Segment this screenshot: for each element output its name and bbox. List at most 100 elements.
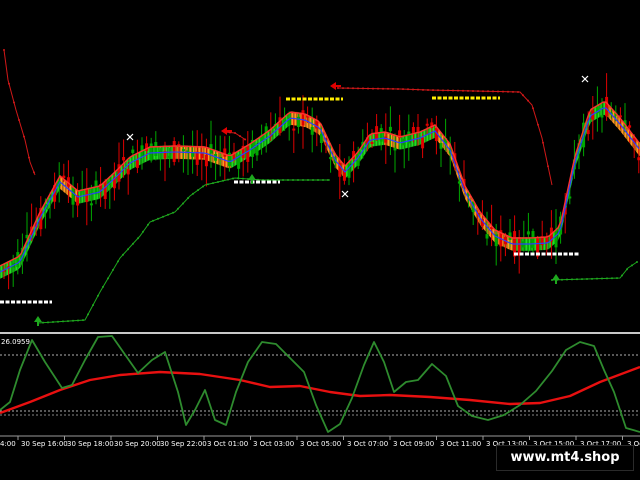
candle-bearish bbox=[591, 96, 595, 140]
trailing-stop-down-1-line bbox=[3, 49, 36, 176]
trailing-stop-up-1-dot bbox=[92, 304, 94, 307]
trailing-stop-down-3-dot bbox=[377, 87, 379, 90]
trailing-stop-up-1-dot bbox=[302, 179, 304, 181]
arrow-head bbox=[221, 127, 227, 135]
trailing-stop-up-1-dot bbox=[287, 179, 289, 181]
candle-body bbox=[370, 141, 374, 144]
candle-bullish bbox=[237, 154, 241, 180]
candle-bullish bbox=[379, 124, 383, 151]
candle-body bbox=[301, 110, 305, 126]
trailing-stop-down-3-dot bbox=[352, 87, 354, 90]
trailing-stop-up-2-dot bbox=[596, 277, 598, 280]
candle-body bbox=[71, 188, 75, 205]
indicator-signal-line bbox=[0, 365, 640, 415]
trailing-stop-down-2-dot bbox=[239, 135, 241, 138]
arrow-left-icon bbox=[221, 127, 232, 135]
trailing-stop-up-1-dot bbox=[292, 179, 294, 181]
trailing-stop-up-1-dot bbox=[107, 277, 109, 280]
candle-bearish bbox=[200, 133, 204, 181]
candle-body bbox=[135, 160, 139, 168]
trailing-stop-up-2-dot bbox=[626, 268, 628, 271]
trailing-stop-up-1-dot bbox=[127, 248, 129, 251]
trailing-stop-down-3-dot bbox=[462, 89, 464, 92]
trailing-stop-up-1-dot bbox=[327, 179, 329, 181]
trailing-stop-up-2-line bbox=[551, 261, 638, 281]
arrow-up-icon bbox=[552, 274, 560, 284]
candle-body bbox=[485, 234, 489, 239]
time-axis-label: 4:00 bbox=[0, 440, 16, 448]
trailing-stop-up-1-dot bbox=[207, 183, 209, 186]
trailing-stop-down-2-dot bbox=[244, 138, 246, 141]
candle-body bbox=[149, 143, 153, 161]
trailing-stop-down-3-dot bbox=[382, 87, 384, 90]
candle-body bbox=[384, 136, 388, 143]
candle-body bbox=[255, 146, 259, 156]
candle-bearish bbox=[375, 114, 379, 141]
trailing-stop-up-1-dot bbox=[217, 180, 219, 183]
trailing-stop-up-1-dot bbox=[102, 285, 104, 288]
candle-body bbox=[457, 181, 461, 184]
trailing-stop-down-3-dot bbox=[507, 90, 509, 93]
candle-bullish bbox=[522, 220, 526, 252]
candle-body bbox=[296, 116, 300, 127]
arrow-head bbox=[34, 316, 42, 322]
time-axis-label: 3 Oct 03:00 bbox=[253, 440, 295, 448]
trailing-stop-up-2-dot bbox=[566, 278, 568, 281]
candle-bearish bbox=[112, 162, 116, 201]
trailing-stop-down-3-dot bbox=[397, 87, 399, 90]
candle-body bbox=[154, 142, 158, 156]
candle-body bbox=[531, 231, 535, 248]
candle-bullish bbox=[149, 137, 153, 163]
trailing-stop-up-1-dot bbox=[137, 237, 139, 240]
time-axis-label: 3 Oct 09:00 bbox=[393, 440, 435, 448]
trailing-stop-up-1-dot bbox=[52, 321, 54, 324]
trailing-stop-up-2-dot bbox=[601, 277, 603, 280]
candle-body bbox=[586, 130, 590, 135]
cross-marker-icon bbox=[341, 190, 349, 198]
trailing-stop-up-1-dot bbox=[297, 179, 299, 181]
candle-bullish bbox=[388, 106, 392, 156]
trailing-stop-up-1-dot bbox=[112, 268, 114, 271]
trailing-stop-down-1-dot bbox=[23, 135, 25, 138]
candle-bullish bbox=[407, 114, 411, 161]
candle-body bbox=[568, 196, 572, 199]
candle-bearish bbox=[278, 96, 282, 136]
trailing-stop-up-1-dot bbox=[187, 197, 189, 200]
candle-body bbox=[600, 115, 604, 118]
trailing-stop-up-2-dot bbox=[591, 277, 593, 280]
trailing-stop-down-3-dot bbox=[517, 90, 519, 93]
candle-bearish bbox=[338, 143, 342, 200]
trailing-stop-up-1-dot bbox=[87, 313, 89, 316]
candle-bearish bbox=[605, 73, 609, 121]
indicator-oscillator-line bbox=[0, 335, 640, 433]
trailing-stop-down-3-dot bbox=[537, 123, 539, 126]
candle-body bbox=[200, 152, 204, 159]
trading-chart[interactable] bbox=[0, 0, 640, 480]
arrow-head bbox=[552, 274, 560, 280]
trailing-stop-up-2-dot bbox=[631, 264, 633, 267]
trailing-stop-down-1-dot bbox=[28, 156, 30, 159]
arrow-head bbox=[330, 82, 336, 90]
trailing-stop-down-1-dot bbox=[13, 101, 15, 104]
price-pane[interactable] bbox=[0, 49, 640, 326]
trailing-stop-up-1-dot bbox=[202, 185, 204, 188]
trailing-stop-down-1-dot bbox=[33, 171, 35, 174]
trailing-stop-up-1-dot bbox=[182, 202, 184, 205]
trailing-stop-down-3-dot bbox=[532, 107, 534, 110]
trailing-stop-up-1-dot bbox=[322, 179, 324, 181]
indicator-pane[interactable] bbox=[0, 335, 640, 440]
trailing-stop-down-3-dot bbox=[547, 165, 549, 168]
candle-body bbox=[181, 149, 185, 152]
trailing-stop-up-1-dot bbox=[117, 260, 119, 263]
arrow-up-icon bbox=[34, 316, 42, 326]
trailing-stop-up-1-dot bbox=[312, 179, 314, 181]
arrow-head bbox=[248, 174, 256, 180]
time-axis-label: 30 Sep 20:00 bbox=[114, 440, 161, 448]
trailing-stop-down-1 bbox=[3, 49, 36, 176]
trailing-stop-up-1-dot bbox=[77, 319, 79, 322]
cross-marker-icon bbox=[581, 75, 589, 83]
trailing-stop-up-2-dot bbox=[616, 277, 618, 280]
candle-body bbox=[379, 128, 383, 142]
candle-body bbox=[122, 157, 126, 161]
arrow-left-icon bbox=[330, 82, 341, 90]
